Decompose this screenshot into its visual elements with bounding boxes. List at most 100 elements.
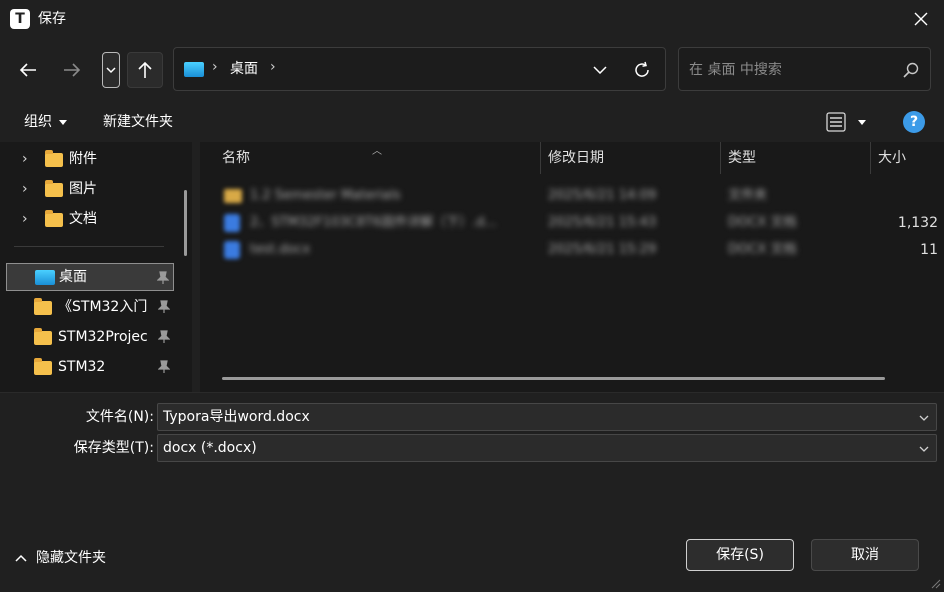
file-list: ︿ 名称 修改日期 类型 大小 1.2 Semester Materials 2… <box>200 142 944 392</box>
folder-icon <box>45 150 63 167</box>
file-type: 文件夹 <box>728 188 768 203</box>
forward-button[interactable] <box>54 52 90 88</box>
filetype-value: docx (*.docx) <box>163 440 257 456</box>
navigation-bar: › 桌面 › 在 桌面 中搜索 <box>0 38 944 102</box>
filetype-label: 保存类型(T): <box>73 440 154 456</box>
new-folder-button[interactable]: 新建文件夹 <box>103 112 173 132</box>
filename-field[interactable]: Typora导出word.docx <box>157 403 937 431</box>
window-title: 保存 <box>38 11 66 27</box>
filename-value[interactable]: Typora导出word.docx <box>163 407 310 427</box>
tree-item-documents[interactable]: › 文档 <box>0 204 180 234</box>
column-separator[interactable] <box>870 142 871 174</box>
chevron-down-icon[interactable] <box>918 412 930 424</box>
chevron-down-icon <box>593 66 607 74</box>
file-date: 2025/6/21 15:43 <box>548 215 657 230</box>
tree-item-label: 附件 <box>69 151 97 167</box>
address-history-button[interactable] <box>586 56 614 84</box>
pin-icon[interactable] <box>158 330 170 344</box>
folder-icon <box>34 358 52 375</box>
save-button[interactable]: 保存(S) <box>686 539 794 571</box>
word-document-icon <box>224 241 240 259</box>
close-icon <box>914 12 928 26</box>
help-icon[interactable]: ? <box>903 111 925 133</box>
search-icon <box>903 62 919 78</box>
file-row[interactable]: 2、STM32F103C8T6固件详解（下）.d... 2025/6/21 15… <box>220 210 944 236</box>
file-size: 11 <box>920 242 938 258</box>
back-button[interactable] <box>10 52 46 88</box>
column-header-size[interactable]: 大小 <box>878 142 938 174</box>
folder-icon <box>45 180 63 197</box>
file-type: DOCX 文档 <box>728 242 797 257</box>
quick-access-label: STM32Projec <box>58 329 148 345</box>
navigation-pane: › 附件 › 图片 › 文档 桌面 《STM32入门 STM32Projec S… <box>0 142 192 392</box>
folder-icon <box>224 189 242 203</box>
expand-chevron-icon[interactable]: › <box>22 181 28 197</box>
search-placeholder: 在 桌面 中搜索 <box>689 62 782 78</box>
address-bar[interactable]: › 桌面 › <box>173 47 666 91</box>
breadcrumb-desktop[interactable]: 桌面 <box>230 59 258 79</box>
view-options-icon[interactable] <box>826 111 846 133</box>
column-separator[interactable] <box>720 142 721 174</box>
breadcrumb-chevron-icon[interactable]: › <box>270 59 276 75</box>
arrow-left-icon <box>19 63 36 77</box>
file-name: test.docx <box>250 242 311 257</box>
file-row[interactable]: 1.2 Semester Materials 2025/6/21 14:09 文… <box>220 183 944 209</box>
quick-access-stm32[interactable]: STM32 <box>6 353 174 381</box>
pin-icon[interactable] <box>158 300 170 314</box>
chevron-down-icon <box>919 446 929 452</box>
folder-icon <box>45 210 63 227</box>
refresh-button[interactable] <box>628 56 656 84</box>
hide-folders-label: 隐藏文件夹 <box>36 550 106 566</box>
quick-access-label: 桌面 <box>59 269 87 285</box>
file-row[interactable]: test.docx 2025/6/21 15:29 DOCX 文档 11 <box>220 237 944 263</box>
command-toolbar: 组织 新建文件夹 ? <box>0 102 944 142</box>
pin-icon[interactable] <box>157 271 169 285</box>
close-button[interactable] <box>898 0 944 38</box>
typora-logo-icon: T <box>10 9 30 29</box>
breadcrumb-chevron-icon[interactable]: › <box>212 59 218 75</box>
view-menu-caret-icon[interactable] <box>858 120 866 125</box>
tree-item-label: 图片 <box>69 181 97 197</box>
quick-access-stm32-project[interactable]: STM32Projec <box>6 323 174 351</box>
search-input[interactable]: 在 桌面 中搜索 <box>678 47 931 91</box>
folder-icon <box>34 298 52 315</box>
tree-item-pictures[interactable]: › 图片 <box>0 174 180 204</box>
pin-icon[interactable] <box>158 360 170 374</box>
sidebar-scrollbar[interactable] <box>184 190 187 256</box>
quick-access-desktop[interactable]: 桌面 <box>6 263 174 291</box>
column-header-name[interactable]: 名称 <box>222 142 522 174</box>
column-separator[interactable] <box>540 142 541 174</box>
tree-item-label: 文档 <box>69 211 97 227</box>
arrow-up-icon <box>138 61 152 78</box>
chevron-down-icon <box>106 67 116 74</box>
file-date: 2025/6/21 15:29 <box>548 242 657 257</box>
tree-item-attachments[interactable]: › 附件 <box>0 144 180 174</box>
column-header-type[interactable]: 类型 <box>728 142 858 174</box>
save-panel: 文件名(N): Typora导出word.docx 保存类型(T): docx … <box>0 392 944 592</box>
arrow-right-icon <box>64 63 81 77</box>
file-type: DOCX 文档 <box>728 215 797 230</box>
column-header-date[interactable]: 修改日期 <box>548 142 708 174</box>
quick-access-stm32-intro[interactable]: 《STM32入门 <box>6 293 174 321</box>
cancel-button[interactable]: 取消 <box>811 539 919 571</box>
folder-icon <box>34 328 52 345</box>
chevron-up-icon <box>15 554 27 562</box>
expand-chevron-icon[interactable]: › <box>22 211 28 227</box>
quick-access-label: STM32 <box>58 359 106 375</box>
horizontal-scrollbar[interactable] <box>222 377 885 380</box>
recent-locations-button[interactable] <box>102 52 120 88</box>
resize-grip-icon[interactable] <box>931 579 941 589</box>
filetype-select[interactable]: docx (*.docx) <box>157 434 937 462</box>
desktop-icon <box>35 270 55 285</box>
organize-menu[interactable]: 组织 <box>24 112 52 132</box>
title-bar: T 保存 <box>0 0 944 38</box>
file-date: 2025/6/21 14:09 <box>548 188 657 203</box>
file-size: 1,132 <box>897 215 938 231</box>
refresh-icon <box>635 61 649 77</box>
filename-label: 文件名(N): <box>85 409 154 425</box>
sidebar-divider <box>14 246 164 247</box>
expand-chevron-icon[interactable]: › <box>22 151 28 167</box>
file-name: 2、STM32F103C8T6固件详解（下）.d... <box>250 215 497 230</box>
caret-down-icon <box>59 120 67 125</box>
up-button[interactable] <box>127 52 163 88</box>
